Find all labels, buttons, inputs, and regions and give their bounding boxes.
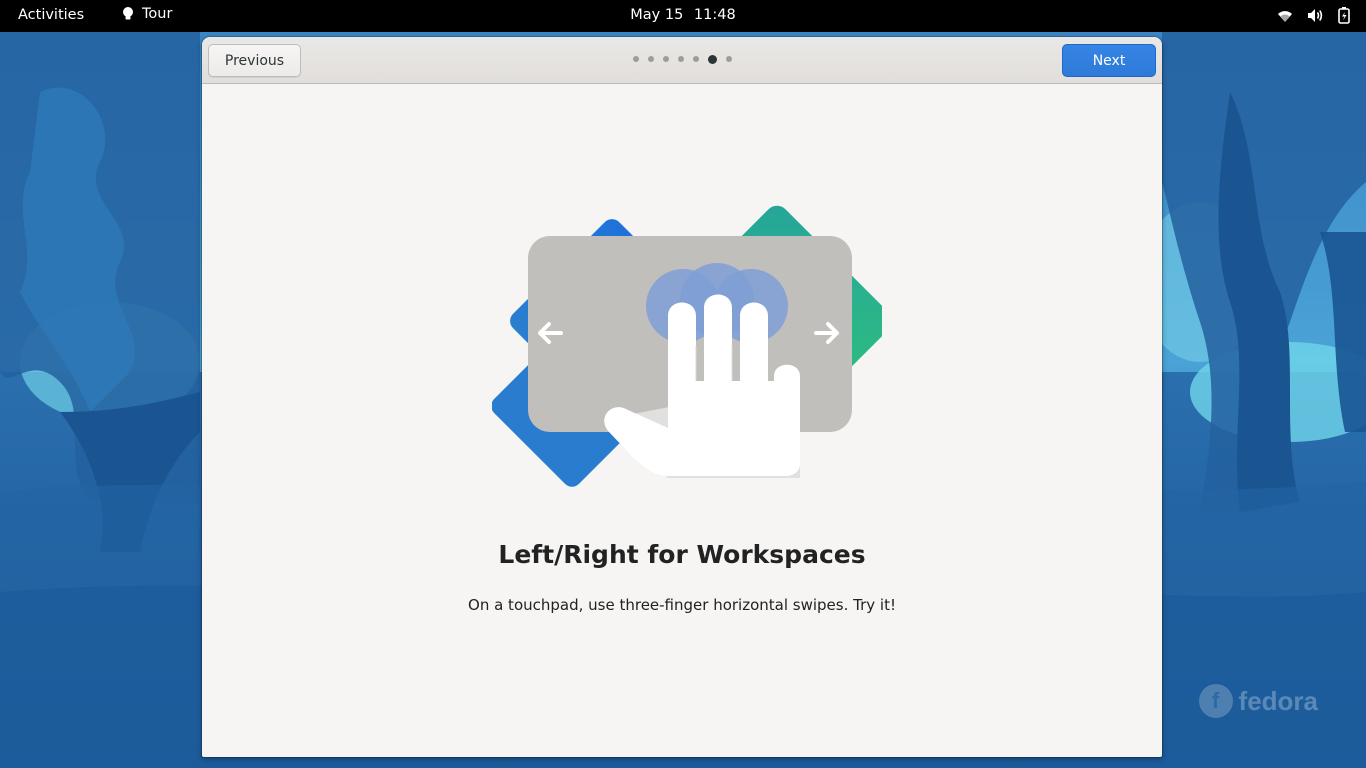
clock-time: 11:48 <box>693 7 736 23</box>
fedora-logo-icon: f <box>1198 684 1233 718</box>
top-bar: Activities Tour May 15 11:48 <box>0 0 1366 32</box>
page-description: On a touchpad, use three-finger horizont… <box>468 596 896 614</box>
page-dot-4 <box>677 56 684 62</box>
page-dot-6 <box>707 54 717 64</box>
tour-page: Left/Right for Workspaces On a touchpad,… <box>202 84 1162 757</box>
three-finger-swipe-illustration <box>492 205 882 487</box>
page-dot-3 <box>662 56 669 62</box>
wifi-icon <box>1278 10 1292 22</box>
fedora-watermark-text: fedora <box>1238 685 1318 716</box>
header-bar: Previous Next <box>202 37 1162 84</box>
page-dot-7 <box>725 56 732 62</box>
page-dot-2 <box>647 56 654 62</box>
page-indicator <box>202 54 1162 64</box>
clock-date: May 15 <box>630 7 684 23</box>
volume-icon <box>1308 9 1323 22</box>
page-dot-5 <box>692 56 699 62</box>
page-title: Left/Right for Workspaces <box>498 540 866 569</box>
system-status-area[interactable] <box>1277 7 1350 24</box>
clock-button[interactable]: May 15 11:48 <box>0 7 1366 23</box>
page-dot-1 <box>632 56 639 62</box>
fedora-watermark: f fedora <box>1198 684 1318 718</box>
battery-icon <box>1338 7 1350 24</box>
tour-window: Previous Next Left/Right for Workspaces … <box>202 37 1162 757</box>
next-button[interactable]: Next <box>1062 44 1156 77</box>
